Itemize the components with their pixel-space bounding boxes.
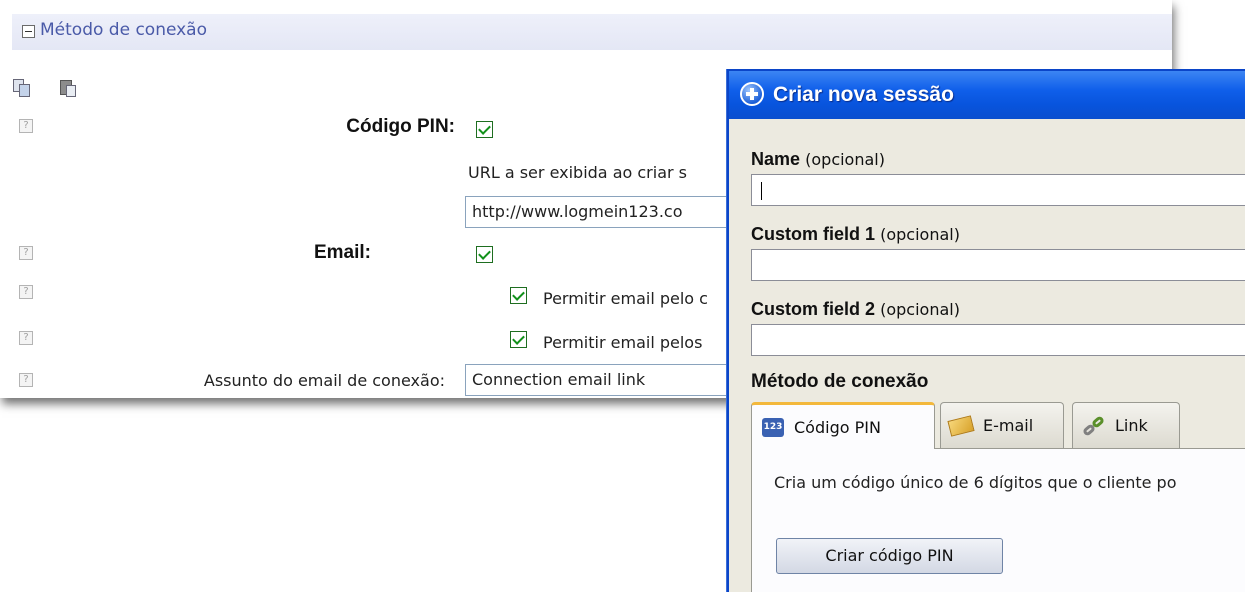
add-session-icon (740, 82, 764, 106)
help-icon[interactable]: ? (19, 246, 33, 260)
tab-email-label: E-mail (983, 416, 1034, 435)
email-subject-input[interactable]: Connection email link (465, 364, 727, 396)
custom-field-2-label-text: Custom field 2 (751, 299, 876, 319)
pin-code-checkbox[interactable] (476, 121, 493, 138)
name-optional-text: (opcional) (805, 150, 885, 169)
custom-field-1-label: Custom field 1 (opcional) (751, 224, 960, 245)
custom-field-1-label-text: Custom field 1 (751, 224, 876, 244)
custom-field-2-input[interactable] (751, 324, 1245, 356)
email-icon (947, 415, 975, 437)
pin-code-icon: 123 (762, 418, 784, 437)
help-icon[interactable]: ? (19, 285, 33, 299)
tab-description: Cria um código único de 6 dígitos que o … (774, 473, 1177, 492)
tab-pin-code-label: Código PIN (794, 418, 881, 437)
dialog-title: Criar nova sessão (773, 83, 954, 106)
help-icon[interactable]: ? (19, 119, 33, 133)
paste-icon[interactable] (58, 79, 78, 97)
custom-field-2-optional-text: (opcional) (880, 300, 960, 319)
custom-field-1-input[interactable] (751, 249, 1245, 281)
tab-link-label: Link (1115, 416, 1148, 435)
connection-method-heading: Método de conexão (751, 371, 929, 392)
allow-email-label-1: Permitir email pelo c (543, 289, 708, 308)
dialog-title-bar[interactable]: Criar nova sessão (729, 71, 1245, 119)
allow-email-checkbox-2[interactable] (510, 331, 527, 348)
tab-content-panel: Cria um código único de 6 dígitos que o … (751, 448, 1245, 592)
pin-code-label: Código PIN: (346, 116, 455, 137)
name-label-text: Name (751, 149, 801, 169)
collapse-section-toggle[interactable] (22, 25, 35, 38)
email-label: Email: (313, 242, 371, 263)
create-pin-code-button[interactable]: Criar código PIN (776, 538, 1003, 574)
custom-field-2-label: Custom field 2 (opcional) (751, 299, 960, 320)
text-caret (761, 182, 762, 200)
link-icon (1081, 415, 1106, 437)
tab-link[interactable]: Link (1072, 402, 1180, 448)
name-input[interactable] (751, 174, 1245, 206)
create-session-dialog: Criar nova sessão Name (opcional) Custom… (727, 69, 1245, 592)
allow-email-checkbox-1[interactable] (510, 287, 527, 304)
tab-pin-code[interactable]: 123 Código PIN (751, 402, 935, 449)
custom-field-1-optional-text: (opcional) (880, 225, 960, 244)
copy-icon[interactable] (13, 79, 33, 97)
section-title: Método de conexão (40, 20, 208, 40)
email-subject-label: Assunto do email de conexão: (203, 371, 445, 390)
name-label: Name (opcional) (751, 149, 885, 170)
tab-email[interactable]: E-mail (940, 402, 1064, 448)
pin-url-input[interactable]: http://www.logmein123.co (465, 196, 727, 228)
help-icon[interactable]: ? (19, 373, 33, 387)
email-checkbox[interactable] (476, 246, 493, 263)
help-icon[interactable]: ? (19, 331, 33, 345)
allow-email-label-2: Permitir email pelos (543, 333, 703, 352)
pin-url-caption: URL a ser exibida ao criar s (468, 163, 687, 182)
screen: Método de conexão ? Código PIN: URL a se… (0, 0, 1245, 592)
